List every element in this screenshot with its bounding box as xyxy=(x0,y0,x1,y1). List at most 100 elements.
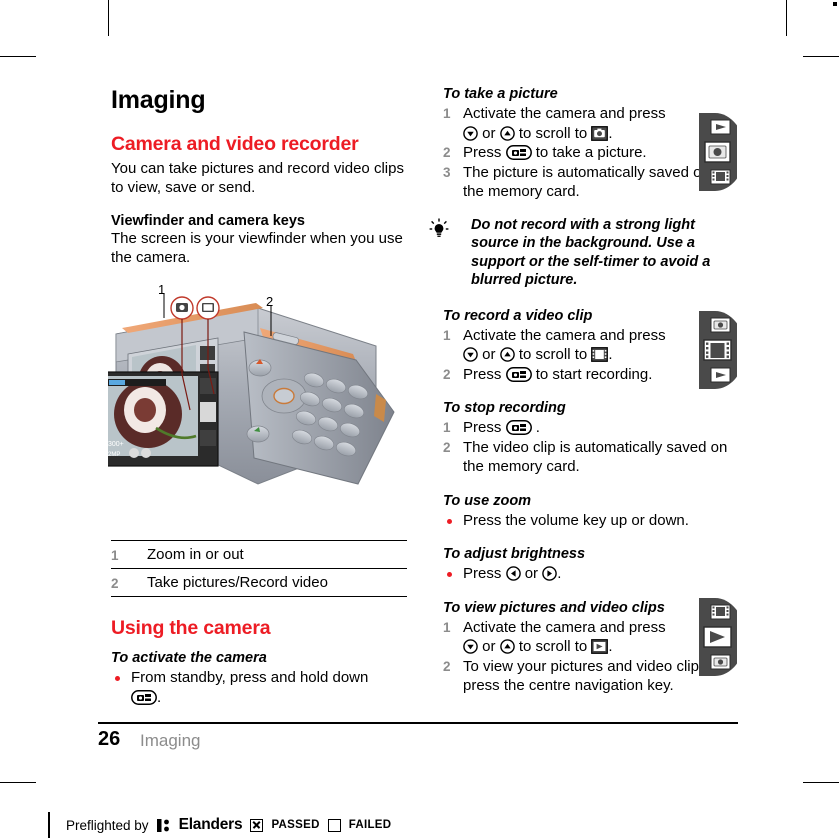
step-text: or xyxy=(482,346,496,363)
list-item: 1 Press . xyxy=(443,418,733,438)
legend-row-label: Zoom in or out xyxy=(147,546,244,563)
activate-camera-steps: From standby, press and hold down . xyxy=(111,668,407,707)
nav-left-key-icon xyxy=(505,566,521,581)
list-item: 1 Activate the camera and press or to sc… xyxy=(443,104,733,143)
footer-rule xyxy=(98,722,738,724)
table-row: 2 Take pictures/Record video xyxy=(111,568,407,597)
mode-badge-video xyxy=(699,311,745,389)
procedure-heading-record-video-clip: To record a video clip xyxy=(443,307,593,324)
list-item: 1 Activate the camera and press or to sc… xyxy=(443,326,733,365)
table-row: 1 Zoom in or out xyxy=(111,540,407,569)
nav-right-key-icon xyxy=(542,566,558,581)
step-text: to scroll to xyxy=(518,638,588,655)
mode-badge-play xyxy=(699,598,745,676)
subsection-paragraph: The screen is your viewfinder when you u… xyxy=(111,230,403,266)
procedure-heading-stop-recording: To stop recording xyxy=(443,400,566,416)
step-text-end: . xyxy=(157,688,162,706)
step-text-end: . xyxy=(557,565,562,582)
step-text: Press xyxy=(463,365,502,383)
step-text: To view your pictures and video clips, p… xyxy=(463,657,711,695)
procedure-heading-activate-camera: To activate the camera xyxy=(111,650,267,666)
procedure-heading-view-pictures: To view pictures and video clips xyxy=(443,599,665,616)
list-item: 2 The video clip is automatically saved … xyxy=(443,438,733,477)
step-text: Press xyxy=(463,565,502,582)
step-text: Activate the camera and press xyxy=(463,618,666,636)
step-text: The video clip is automatically saved on… xyxy=(463,438,728,476)
video-mode-icon xyxy=(591,347,609,362)
phone-illustration: 300+ 2MP 1 2 xyxy=(101,282,408,513)
list-item: Press the volume key up or down. xyxy=(443,511,733,531)
step-text-end: . xyxy=(608,124,613,142)
legend-row-label: Take pictures/Record video xyxy=(147,574,328,591)
step-number: 1 xyxy=(443,619,451,635)
step-text: The picture is automatically saved on th… xyxy=(463,163,710,201)
step-number: 3 xyxy=(443,164,451,180)
camera-key-icon xyxy=(505,366,532,382)
folio-section-label: Imaging xyxy=(140,731,201,750)
tip-callout: Do not record with a strong light source… xyxy=(429,216,733,290)
take-picture-steps: 1 Activate the camera and press or to sc… xyxy=(443,104,733,202)
step-text-end: to take a picture. xyxy=(535,144,647,161)
left-column: Imaging Camera and video recorder You ca… xyxy=(111,86,407,267)
step-text: Activate the camera and press xyxy=(463,105,666,122)
camera-key-icon xyxy=(505,420,532,435)
step-number: 2 xyxy=(443,439,451,455)
legend-and-using-block: 1 Zoom in or out 2 Take pictures/Record … xyxy=(111,528,407,707)
camera-key-icon xyxy=(131,689,157,705)
step-number: 2 xyxy=(443,145,451,160)
legend-row-number: 1 xyxy=(111,548,119,563)
camera-key-icon xyxy=(505,145,532,160)
step-text: Press xyxy=(463,144,502,161)
step-number: 2 xyxy=(443,658,451,674)
section-heading-camera-and-video-recorder: Camera and video recorder xyxy=(111,133,359,155)
preflight-divider xyxy=(48,812,50,838)
callout-number-1: 1 xyxy=(158,282,166,297)
list-item: 2 To view your pictures and video clips,… xyxy=(443,657,733,696)
adjust-brightness-steps: Press or . xyxy=(443,564,733,584)
preflight-brand: Elanders xyxy=(178,816,243,833)
list-item: 2 Press to take a picture. xyxy=(443,143,733,163)
nav-down-key-icon xyxy=(463,639,478,654)
step-number: 1 xyxy=(443,106,451,121)
viewfinder-res-label: 2MP xyxy=(108,452,120,458)
phone-illustration-svg: 300+ 2MP xyxy=(101,294,395,485)
viewfinder-zoom-label: 300+ xyxy=(108,441,124,448)
step-text-end: to start recording. xyxy=(535,365,653,383)
section-heading-using-the-camera: Using the camera xyxy=(111,617,271,639)
nav-up-key-icon xyxy=(499,639,515,654)
legend-row-number: 2 xyxy=(111,576,119,591)
step-text: Press the volume key up or down. xyxy=(463,511,689,529)
step-text: From standby, press and hold down xyxy=(131,669,369,686)
view-pictures-steps: 1 Activate the camera and press or to sc… xyxy=(443,618,733,696)
list-item: Press or . xyxy=(443,564,733,584)
list-item: From standby, press and hold down . xyxy=(111,668,407,707)
step-text: Activate the camera and press xyxy=(463,326,666,344)
subsection-heading-viewfinder-and-camera-keys: Viewfinder and camera keys xyxy=(111,213,305,229)
step-text: to scroll to xyxy=(518,124,588,142)
nav-down-key-icon xyxy=(463,347,478,362)
mode-badge-camera xyxy=(699,113,745,191)
procedure-heading-use-zoom: To use zoom xyxy=(443,492,532,509)
callout-number-2: 2 xyxy=(266,294,274,309)
tip-text: Do not record with a strong light source… xyxy=(471,216,711,289)
procedure-heading-take-a-picture: To take a picture xyxy=(443,86,558,102)
page-title: Imaging xyxy=(111,86,206,114)
step-text: Press xyxy=(463,419,502,436)
nav-up-key-icon xyxy=(499,125,515,141)
right-column: To take a picture 1 Activate the camera … xyxy=(429,86,733,696)
step-number: 2 xyxy=(443,366,451,382)
nav-up-key-icon xyxy=(499,347,515,362)
failed-checkbox[interactable] xyxy=(327,818,341,832)
failed-label: FAILED xyxy=(348,819,392,831)
play-mode-icon xyxy=(591,639,609,654)
preflight-text: Preflighted by xyxy=(66,817,149,833)
procedure-heading-adjust-brightness: To adjust brightness xyxy=(443,546,586,562)
step-text: to scroll to xyxy=(518,346,588,363)
step-text-end: . xyxy=(608,346,613,363)
passed-checkbox[interactable] xyxy=(250,818,264,832)
step-text-end: . xyxy=(608,638,613,655)
step-text: or xyxy=(482,638,496,655)
folio-page-number: 26 xyxy=(98,728,121,750)
passed-label: PASSED xyxy=(271,819,320,831)
step-number: 1 xyxy=(443,327,451,343)
